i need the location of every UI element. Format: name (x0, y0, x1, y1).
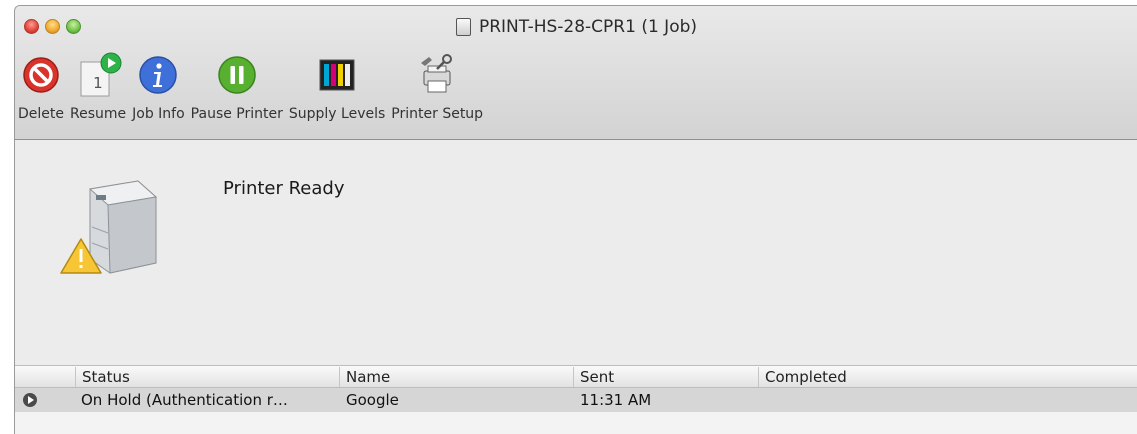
column-header-status[interactable]: Status (75, 367, 339, 387)
window-title-bar: PRINT-HS-28-CPR1 (1 Job) (15, 17, 1137, 37)
printer-icon (60, 180, 158, 274)
supply-levels-button[interactable]: Supply Levels (286, 52, 388, 122)
job-info-button[interactable]: Job Info (129, 52, 188, 122)
window-toolbar-area: PRINT-HS-28-CPR1 (1 Job) Delete 1 Resume… (15, 6, 1137, 140)
pause-printer-icon (218, 56, 256, 94)
job-table-header: Status Name Sent Completed (15, 365, 1137, 388)
pause-printer-label: Pause Printer (190, 106, 283, 122)
window-title: PRINT-HS-28-CPR1 (1 Job) (478, 17, 698, 37)
document-icon (455, 18, 471, 36)
printer-status-area: Printer Ready (15, 140, 1137, 367)
resume-badge-number: 1 (93, 74, 103, 92)
pause-printer-button[interactable]: Pause Printer (188, 52, 286, 122)
empty-table-row (15, 412, 1137, 434)
job-sent-cell: 11:31 AM (580, 391, 652, 409)
printer-setup-label: Printer Setup (391, 106, 484, 122)
column-header-sent[interactable]: Sent (573, 367, 758, 387)
delete-label: Delete (18, 106, 64, 122)
printer-queue-window: PRINT-HS-28-CPR1 (1 Job) Delete 1 Resume… (14, 5, 1137, 434)
printer-setup-icon (421, 54, 453, 93)
row-disclosure-arrow-icon[interactable] (23, 393, 37, 407)
toolbar: Delete 1 Resume Job Info Pause Printer S… (15, 52, 486, 122)
resume-label: Resume (70, 106, 127, 122)
resume-button[interactable]: 1 Resume (67, 52, 129, 122)
supply-levels-icon (319, 59, 355, 91)
column-header-completed[interactable]: Completed (758, 367, 1136, 387)
printer-setup-button[interactable]: Printer Setup (388, 52, 486, 122)
job-status-cell: On Hold (Authentication r… (81, 391, 288, 409)
job-info-icon (139, 56, 178, 94)
delete-button[interactable]: Delete (15, 52, 67, 122)
column-header-name[interactable]: Name (339, 367, 573, 387)
printer-status-text: Printer Ready (223, 178, 345, 199)
job-info-label: Job Info (132, 106, 185, 122)
job-name-cell: Google (346, 391, 399, 409)
delete-icon (23, 57, 59, 93)
supply-levels-label: Supply Levels (288, 106, 386, 122)
table-row[interactable]: On Hold (Authentication r… Google 11:31 … (15, 388, 1137, 412)
